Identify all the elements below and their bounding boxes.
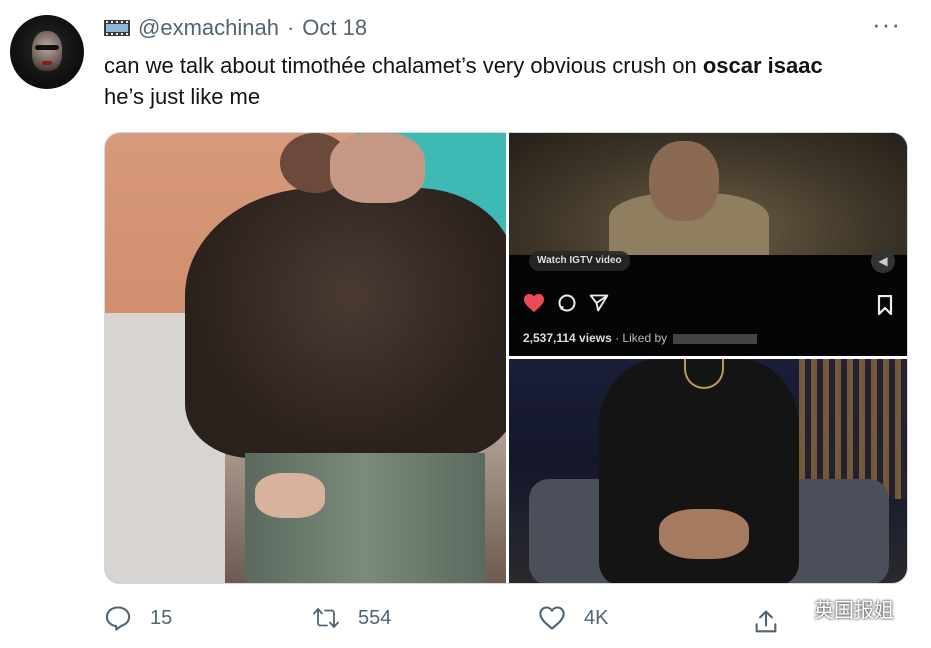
- watermark-text: 英国报姐: [814, 598, 894, 622]
- photo-1-head-right: [330, 133, 425, 203]
- media-grid: Watch IGTV video ◀ 2,537,114 views · Lik…: [104, 132, 908, 584]
- avatar-face: [32, 31, 62, 71]
- retweet-button[interactable]: 554: [312, 604, 391, 632]
- ig-actions: [523, 293, 609, 313]
- avatar-lips: [42, 61, 52, 65]
- tweet-header: @exmachinah · Oct 18: [104, 14, 367, 42]
- heart-icon: [524, 293, 544, 313]
- photo-2-figure: [649, 141, 719, 221]
- photo-3-hands: [659, 509, 749, 559]
- retweet-icon: [313, 608, 339, 628]
- like-count: 4K: [584, 606, 609, 629]
- film-icon: [104, 20, 130, 36]
- photo-2-instagram[interactable]: Watch IGTV video ◀ 2,537,114 views · Lik…: [509, 133, 907, 356]
- header-separator: ·: [286, 15, 295, 40]
- send-icon: [589, 294, 609, 312]
- photo-3-city: [799, 359, 907, 499]
- tweet-line-2: he’s just like me: [104, 84, 261, 109]
- ig-views: 2,537,114 views · Liked by: [523, 331, 758, 345]
- mute-icon: ◀: [871, 249, 895, 273]
- retweet-count: 554: [358, 606, 392, 629]
- wechat-icon: [781, 598, 806, 618]
- photo-3[interactable]: [509, 359, 907, 583]
- photo-1[interactable]: [105, 133, 506, 583]
- avatar-eyes: [35, 45, 59, 50]
- like-button[interactable]: 4K: [538, 604, 608, 632]
- igtv-badge: Watch IGTV video: [529, 251, 630, 271]
- watermark: 英国报姐: [780, 594, 894, 623]
- tweet-actions: 15 554 4K: [104, 604, 804, 640]
- comment-icon: [558, 294, 576, 312]
- reply-count: 15: [150, 606, 173, 629]
- photo-1-jacket: [185, 188, 506, 458]
- tweet-date[interactable]: Oct 18: [302, 15, 367, 41]
- ig-redacted-name: [673, 333, 758, 344]
- mention-oscar-isaac: oscar isaac: [702, 53, 823, 78]
- author-handle[interactable]: @exmachinah: [138, 15, 279, 41]
- photo-1-hand: [255, 473, 325, 518]
- share-icon[interactable]: [752, 608, 780, 636]
- bookmark-icon: [877, 295, 893, 315]
- ig-view-count: 2,537,114 views: [523, 331, 612, 345]
- avatar[interactable]: [10, 15, 84, 89]
- more-options-button[interactable]: ···: [872, 11, 901, 37]
- reply-icon: [105, 606, 131, 631]
- reply-button[interactable]: 15: [104, 604, 172, 632]
- like-icon: [539, 606, 565, 630]
- tweet-text: can we talk about timothée chalamet’s ve…: [104, 50, 904, 112]
- tweet-line-1: can we talk about timothée chalamet’s ve…: [104, 50, 904, 81]
- tweet-line-1-text: can we talk about timothée chalamet’s ve…: [104, 53, 703, 78]
- ig-liked-by: · Liked by: [615, 331, 668, 345]
